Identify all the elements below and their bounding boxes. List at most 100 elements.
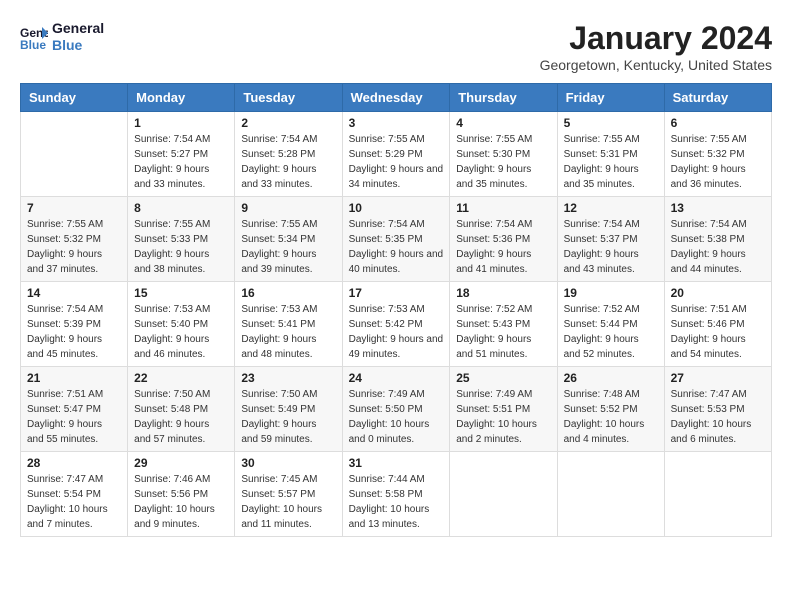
calendar-cell: 20 Sunrise: 7:51 AMSunset: 5:46 PMDayligh… xyxy=(664,282,771,367)
day-number: 16 xyxy=(241,286,335,300)
calendar-cell: 24 Sunrise: 7:49 AMSunset: 5:50 PMDayligh… xyxy=(342,367,450,452)
weekday-header-wednesday: Wednesday xyxy=(342,84,450,112)
day-number: 19 xyxy=(564,286,658,300)
weekday-header-row: SundayMondayTuesdayWednesdayThursdayFrid… xyxy=(21,84,772,112)
calendar-cell: 6 Sunrise: 7:55 AMSunset: 5:32 PMDaylight… xyxy=(664,112,771,197)
weekday-header-tuesday: Tuesday xyxy=(235,84,342,112)
day-number: 20 xyxy=(671,286,765,300)
day-number: 5 xyxy=(564,116,658,130)
day-info: Sunrise: 7:54 AMSunset: 5:28 PMDaylight:… xyxy=(241,132,335,192)
calendar-cell: 3 Sunrise: 7:55 AMSunset: 5:29 PMDaylight… xyxy=(342,112,450,197)
day-number: 12 xyxy=(564,201,658,215)
day-number: 24 xyxy=(349,371,444,385)
weekday-header-monday: Monday xyxy=(128,84,235,112)
logo: General Blue General Blue xyxy=(20,20,104,54)
day-info: Sunrise: 7:46 AMSunset: 5:56 PMDaylight:… xyxy=(134,472,228,532)
week-row-2: 7 Sunrise: 7:55 AMSunset: 5:32 PMDaylight… xyxy=(21,197,772,282)
logo-icon: General Blue xyxy=(20,23,48,51)
day-number: 3 xyxy=(349,116,444,130)
day-info: Sunrise: 7:47 AMSunset: 5:53 PMDaylight:… xyxy=(671,387,765,447)
weekday-header-friday: Friday xyxy=(557,84,664,112)
svg-text:Blue: Blue xyxy=(20,38,46,51)
weekday-header-sunday: Sunday xyxy=(21,84,128,112)
calendar-cell: 28 Sunrise: 7:47 AMSunset: 5:54 PMDayligh… xyxy=(21,452,128,537)
calendar-cell: 9 Sunrise: 7:55 AMSunset: 5:34 PMDaylight… xyxy=(235,197,342,282)
day-number: 18 xyxy=(456,286,550,300)
day-number: 27 xyxy=(671,371,765,385)
day-info: Sunrise: 7:51 AMSunset: 5:47 PMDaylight:… xyxy=(27,387,121,447)
day-number: 26 xyxy=(564,371,658,385)
calendar-cell: 27 Sunrise: 7:47 AMSunset: 5:53 PMDayligh… xyxy=(664,367,771,452)
day-info: Sunrise: 7:54 AMSunset: 5:27 PMDaylight:… xyxy=(134,132,228,192)
day-number: 9 xyxy=(241,201,335,215)
day-number: 28 xyxy=(27,456,121,470)
day-info: Sunrise: 7:55 AMSunset: 5:32 PMDaylight:… xyxy=(671,132,765,192)
day-info: Sunrise: 7:51 AMSunset: 5:46 PMDaylight:… xyxy=(671,302,765,362)
calendar-cell: 23 Sunrise: 7:50 AMSunset: 5:49 PMDayligh… xyxy=(235,367,342,452)
calendar-cell: 12 Sunrise: 7:54 AMSunset: 5:37 PMDayligh… xyxy=(557,197,664,282)
day-info: Sunrise: 7:55 AMSunset: 5:32 PMDaylight:… xyxy=(27,217,121,277)
day-info: Sunrise: 7:52 AMSunset: 5:44 PMDaylight:… xyxy=(564,302,658,362)
location-title: Georgetown, Kentucky, United States xyxy=(540,57,772,73)
calendar-cell: 21 Sunrise: 7:51 AMSunset: 5:47 PMDayligh… xyxy=(21,367,128,452)
day-number: 10 xyxy=(349,201,444,215)
calendar-cell: 16 Sunrise: 7:53 AMSunset: 5:41 PMDayligh… xyxy=(235,282,342,367)
day-number: 6 xyxy=(671,116,765,130)
day-info: Sunrise: 7:53 AMSunset: 5:42 PMDaylight:… xyxy=(349,302,444,362)
calendar-cell xyxy=(664,452,771,537)
day-info: Sunrise: 7:54 AMSunset: 5:37 PMDaylight:… xyxy=(564,217,658,277)
calendar-cell: 15 Sunrise: 7:53 AMSunset: 5:40 PMDayligh… xyxy=(128,282,235,367)
week-row-5: 28 Sunrise: 7:47 AMSunset: 5:54 PMDayligh… xyxy=(21,452,772,537)
day-info: Sunrise: 7:52 AMSunset: 5:43 PMDaylight:… xyxy=(456,302,550,362)
day-number: 23 xyxy=(241,371,335,385)
calendar-cell: 18 Sunrise: 7:52 AMSunset: 5:43 PMDayligh… xyxy=(450,282,557,367)
day-info: Sunrise: 7:49 AMSunset: 5:50 PMDaylight:… xyxy=(349,387,444,447)
day-info: Sunrise: 7:53 AMSunset: 5:41 PMDaylight:… xyxy=(241,302,335,362)
calendar-cell: 11Sunrise: 7:54 AMSunset: 5:36 PMDayligh… xyxy=(450,197,557,282)
day-number: 1 xyxy=(134,116,228,130)
calendar-cell: 17 Sunrise: 7:53 AMSunset: 5:42 PMDayligh… xyxy=(342,282,450,367)
day-number: 25 xyxy=(456,371,550,385)
day-number: 21 xyxy=(27,371,121,385)
day-info: Sunrise: 7:47 AMSunset: 5:54 PMDaylight:… xyxy=(27,472,121,532)
calendar-cell: 7 Sunrise: 7:55 AMSunset: 5:32 PMDaylight… xyxy=(21,197,128,282)
day-number: 17 xyxy=(349,286,444,300)
week-row-3: 14Sunrise: 7:54 AMSunset: 5:39 PMDayligh… xyxy=(21,282,772,367)
calendar-cell: 13Sunrise: 7:54 AMSunset: 5:38 PMDayligh… xyxy=(664,197,771,282)
calendar-cell: 5 Sunrise: 7:55 AMSunset: 5:31 PMDaylight… xyxy=(557,112,664,197)
day-info: Sunrise: 7:50 AMSunset: 5:48 PMDaylight:… xyxy=(134,387,228,447)
calendar-cell: 10 Sunrise: 7:54 AMSunset: 5:35 PMDayligh… xyxy=(342,197,450,282)
day-info: Sunrise: 7:55 AMSunset: 5:33 PMDaylight:… xyxy=(134,217,228,277)
day-info: Sunrise: 7:55 AMSunset: 5:31 PMDaylight:… xyxy=(564,132,658,192)
day-number: 7 xyxy=(27,201,121,215)
month-title: January 2024 xyxy=(540,20,772,57)
week-row-1: 1 Sunrise: 7:54 AMSunset: 5:27 PMDaylight… xyxy=(21,112,772,197)
day-info: Sunrise: 7:54 AMSunset: 5:35 PMDaylight:… xyxy=(349,217,444,277)
calendar-cell xyxy=(21,112,128,197)
day-info: Sunrise: 7:48 AMSunset: 5:52 PMDaylight:… xyxy=(564,387,658,447)
calendar-cell: 19 Sunrise: 7:52 AMSunset: 5:44 PMDayligh… xyxy=(557,282,664,367)
day-info: Sunrise: 7:55 AMSunset: 5:29 PMDaylight:… xyxy=(349,132,444,192)
logo-text: General Blue xyxy=(52,20,104,54)
calendar-cell: 22 Sunrise: 7:50 AMSunset: 5:48 PMDayligh… xyxy=(128,367,235,452)
day-number: 22 xyxy=(134,371,228,385)
page-header: General Blue General Blue January 2024 G… xyxy=(20,20,772,73)
day-info: Sunrise: 7:54 AMSunset: 5:36 PMDaylight:… xyxy=(456,217,550,277)
calendar-cell: 25Sunrise: 7:49 AMSunset: 5:51 PMDayligh… xyxy=(450,367,557,452)
calendar-cell xyxy=(557,452,664,537)
day-info: Sunrise: 7:45 AMSunset: 5:57 PMDaylight:… xyxy=(241,472,335,532)
day-number: 15 xyxy=(134,286,228,300)
day-number: 4 xyxy=(456,116,550,130)
day-number: 31 xyxy=(349,456,444,470)
weekday-header-saturday: Saturday xyxy=(664,84,771,112)
calendar-cell: 1 Sunrise: 7:54 AMSunset: 5:27 PMDaylight… xyxy=(128,112,235,197)
day-info: Sunrise: 7:53 AMSunset: 5:40 PMDaylight:… xyxy=(134,302,228,362)
week-row-4: 21 Sunrise: 7:51 AMSunset: 5:47 PMDayligh… xyxy=(21,367,772,452)
day-number: 30 xyxy=(241,456,335,470)
day-number: 14 xyxy=(27,286,121,300)
day-info: Sunrise: 7:50 AMSunset: 5:49 PMDaylight:… xyxy=(241,387,335,447)
calendar-cell: 31 Sunrise: 7:44 AMSunset: 5:58 PMDayligh… xyxy=(342,452,450,537)
day-info: Sunrise: 7:55 AMSunset: 5:34 PMDaylight:… xyxy=(241,217,335,277)
day-info: Sunrise: 7:44 AMSunset: 5:58 PMDaylight:… xyxy=(349,472,444,532)
calendar-table: SundayMondayTuesdayWednesdayThursdayFrid… xyxy=(20,83,772,537)
